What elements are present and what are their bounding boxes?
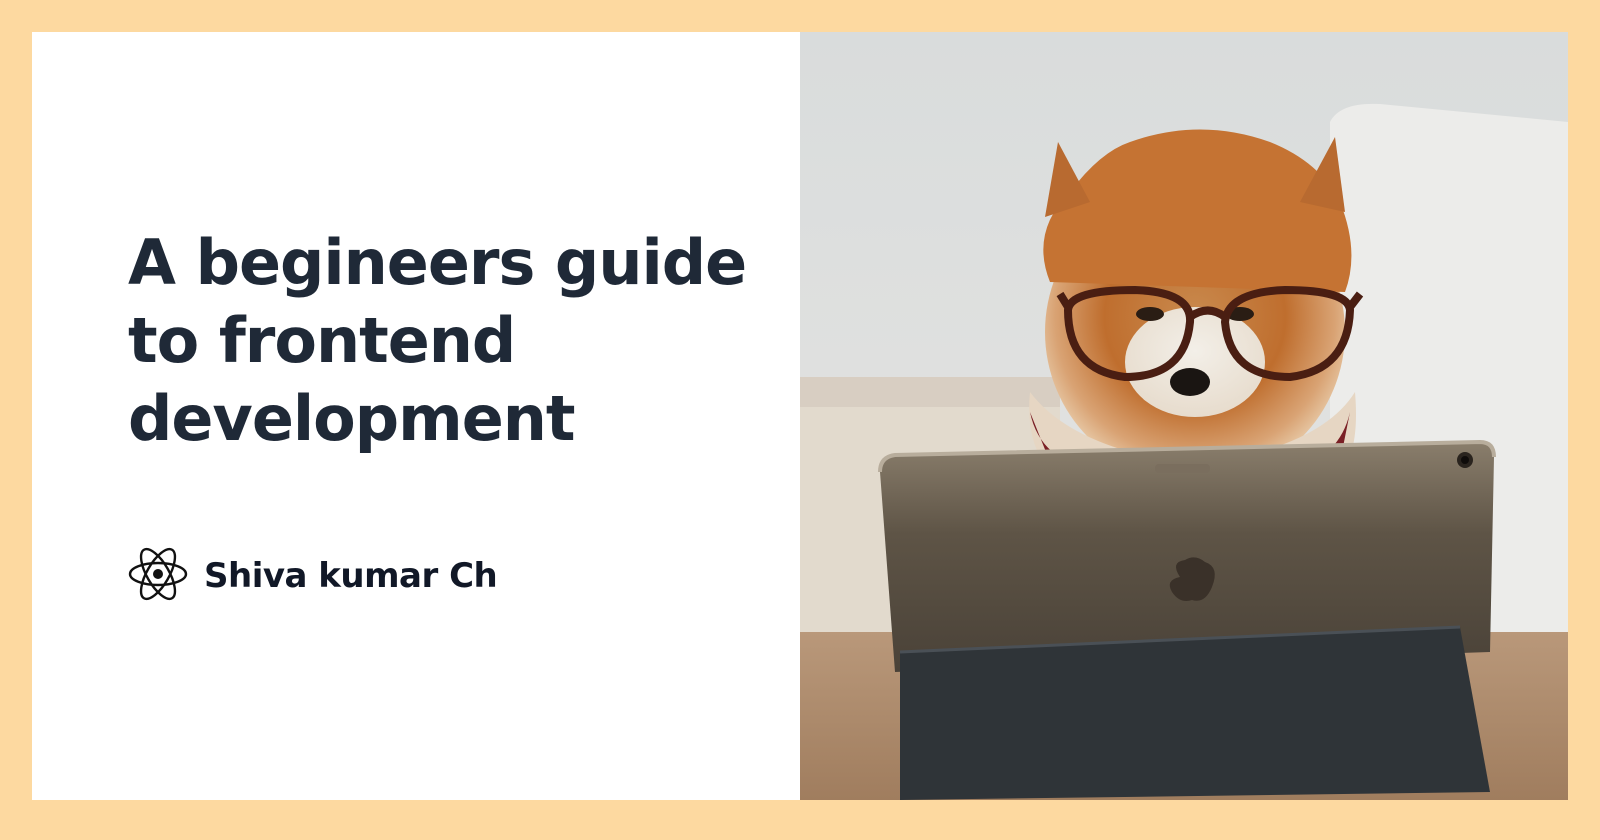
text-panel: A begineers guide to frontend developmen… [32,32,800,800]
react-atom-icon [128,546,188,606]
cover-image [800,32,1568,800]
cover-frame: A begineers guide to frontend developmen… [0,0,1600,840]
author-block: Shiva kumar Ch [128,546,498,606]
cover-card: A begineers guide to frontend developmen… [32,32,1568,800]
author-name: Shiva kumar Ch [204,556,498,596]
article-title: A begineers guide to frontend developmen… [128,226,747,455]
